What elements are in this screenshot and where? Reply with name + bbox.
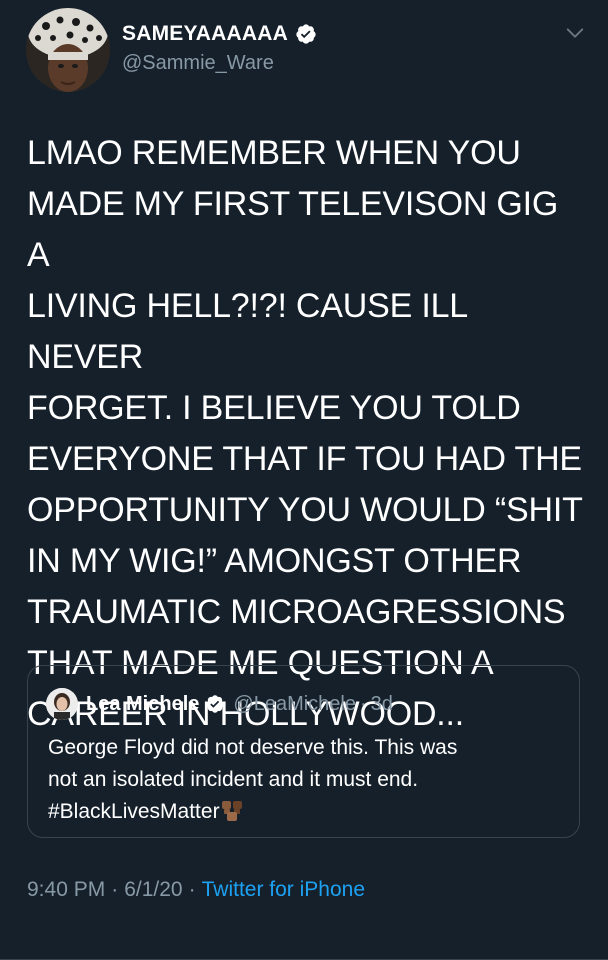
- quoted-tweet-text-body: George Floyd did not deserve this. This …: [48, 736, 458, 823]
- tweet-header: SAMEYAAAAAA @Sammie_Ware: [0, 0, 608, 100]
- quoted-tweet-age[interactable]: 3d: [371, 693, 393, 716]
- quoted-tweet-card[interactable]: Lea Michele @LeaMichele · 3d George Floy…: [27, 665, 580, 838]
- chevron-down-icon[interactable]: [564, 22, 586, 44]
- quoted-author-display-name[interactable]: Lea Michele: [86, 693, 199, 716]
- tweet-source-link[interactable]: Twitter for iPhone: [202, 878, 365, 902]
- quoted-tweet-header: Lea Michele @LeaMichele · 3d: [46, 688, 393, 720]
- author-avatar[interactable]: [26, 8, 110, 92]
- tweet-meta: 9:40 PM · 6/1/20 · Twitter for iPhone: [27, 878, 365, 902]
- verified-badge-icon: [296, 24, 316, 44]
- separator-dot: ·: [359, 692, 367, 715]
- author-handle[interactable]: @Sammie_Ware: [122, 52, 274, 75]
- quoted-author-handle[interactable]: @LeaMichele: [233, 693, 356, 716]
- tweet-date[interactable]: 6/1/20: [124, 878, 182, 902]
- raised-fists-emoji: [221, 801, 242, 821]
- separator-dot: ·: [188, 878, 196, 901]
- separator-dot: ·: [111, 878, 119, 901]
- tweet-time[interactable]: 9:40 PM: [27, 878, 105, 902]
- quoted-tweet-text: George Floyd did not deserve this. This …: [48, 732, 558, 828]
- tweet-text: LMAO REMEMBER WHEN YOU MADE MY FIRST TEL…: [27, 134, 583, 733]
- quoted-author-avatar[interactable]: [46, 688, 78, 720]
- author-name-row: SAMEYAAAAAA: [122, 22, 317, 46]
- author-display-name[interactable]: SAMEYAAAAAA: [122, 22, 288, 46]
- verified-badge-icon: [206, 695, 225, 713]
